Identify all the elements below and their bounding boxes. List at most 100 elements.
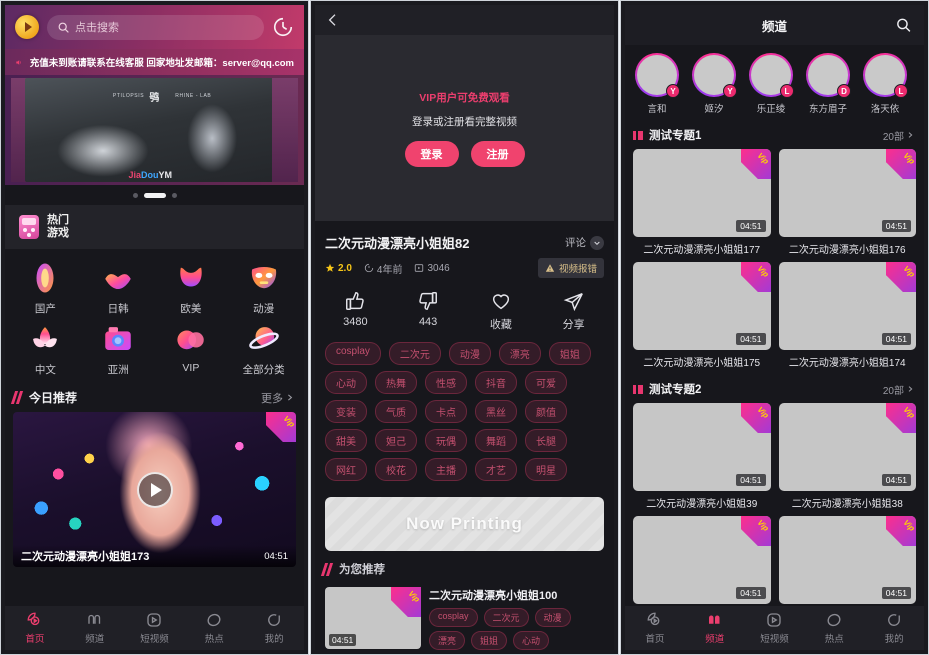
register-button[interactable]: 注册 (470, 140, 525, 167)
group-count-link[interactable]: 20部 (883, 382, 914, 397)
category-item-oumei[interactable]: 欧美 (155, 261, 228, 316)
channel-icon (88, 614, 100, 624)
avatar-item[interactable]: L 乐正绫 (747, 53, 795, 115)
video-card[interactable]: Vip 04:51 (778, 516, 916, 608)
video-card[interactable]: Vip 04:51 二次元动漫漂亮小姐姐38 (778, 403, 916, 510)
search-input[interactable]: 点击搜索 (47, 14, 264, 40)
video-thumbnail[interactable]: Vip 04:51 (633, 149, 771, 237)
tag-chip[interactable]: 黑丝 (475, 400, 517, 423)
video-thumbnail[interactable]: Vip 04:51 (778, 262, 916, 350)
tag-chip[interactable]: 舞蹈 (475, 429, 517, 452)
tag-chip[interactable]: 才艺 (475, 458, 517, 481)
tab-profile[interactable]: 我的 (864, 611, 924, 645)
category-item-all[interactable]: 全部分类 (227, 322, 300, 377)
home-carousel[interactable]: PTILOPSIS 鸮 RHINE - LAB JiaDouYM (5, 75, 304, 185)
favorite-button[interactable]: 收藏 (465, 290, 538, 332)
chevron-left-icon[interactable] (325, 12, 341, 28)
tag-chip[interactable]: 性感 (425, 371, 467, 394)
category-item-guochan[interactable]: 国产 (9, 261, 82, 316)
like-button[interactable]: 3480 (319, 290, 392, 332)
tag-chip[interactable]: 妲己 (375, 429, 417, 452)
tab-profile[interactable]: 我的 (244, 611, 304, 645)
group-count-link[interactable]: 20部 (883, 128, 914, 143)
carousel-dot[interactable] (132, 192, 138, 198)
search-icon[interactable] (895, 17, 912, 34)
tag-chip[interactable]: 长腿 (525, 429, 567, 452)
tag-chip[interactable]: 动漫 (534, 608, 571, 627)
clock-icon[interactable] (272, 16, 294, 38)
tag-chip[interactable]: 二次元 (388, 342, 441, 365)
video-thumbnail[interactable]: Vip 04:51 (633, 516, 771, 604)
login-button[interactable]: 登录 (404, 140, 459, 167)
play-icon[interactable] (136, 471, 173, 508)
recommend-item[interactable]: Vip 04:51 二次元动漫漂亮小姐姐100 cosplay 二次元 动漫 漂亮 姐姐… (315, 583, 614, 650)
category-item-yazhou[interactable]: 亚洲 (82, 322, 155, 377)
carousel-dot-active[interactable] (143, 192, 166, 198)
video-card[interactable]: Vip 04:51 二次元动漫漂亮小姐姐176 (778, 149, 916, 256)
tab-short-video[interactable]: 短视频 (125, 611, 185, 645)
avatar-item[interactable]: Y 言和 (633, 53, 681, 115)
tag-chip[interactable]: 动漫 (448, 342, 491, 365)
video-card[interactable]: Vip 04:51 二次元动漫漂亮小姐姐177 (633, 149, 771, 256)
video-thumbnail[interactable]: Vip 04:51 (778, 403, 916, 491)
tag-chip[interactable]: 姐姐 (471, 631, 508, 650)
video-card[interactable]: Vip 04:51 二次元动漫漂亮小姐姐39 (633, 403, 771, 510)
tag-chip[interactable]: 网红 (325, 458, 367, 481)
notice-bar[interactable]: 充值未到账请联系在线客服 回家地址发邮箱：server@qq.com (5, 49, 304, 75)
share-button[interactable]: 分享 (537, 290, 610, 332)
carousel-slide-next[interactable] (272, 78, 298, 182)
tab-home[interactable]: 首页 (5, 611, 65, 645)
hot-games-banner[interactable]: 热门 游戏 (5, 205, 304, 249)
app-logo-play-icon[interactable] (15, 15, 39, 39)
avatar-row[interactable]: Y 言和 Y 姬汐 L 乐正绫 D 东方眉子 L 洛天依 (625, 45, 924, 121)
tag-chip[interactable]: 二次元 (483, 608, 529, 627)
tag-chip[interactable]: 漂亮 (498, 342, 541, 365)
tab-hot[interactable]: 热点 (804, 611, 864, 645)
video-card[interactable]: Vip 04:51 二次元动漫漂亮小姐姐175 (633, 262, 771, 369)
avatar-item[interactable]: D 东方眉子 (804, 53, 852, 115)
tab-home[interactable]: 首页 (625, 611, 685, 645)
category-item-dongman[interactable]: 动漫 (227, 261, 300, 316)
comment-toggle[interactable]: 评论 (565, 235, 604, 250)
tag-chip[interactable]: 主播 (425, 458, 467, 481)
tag-chip[interactable]: cosplay (325, 342, 381, 365)
report-button[interactable]: 视频报错 (537, 258, 604, 278)
video-thumbnail[interactable]: Vip 04:51 (633, 403, 771, 491)
carousel-slide-active[interactable]: PTILOPSIS 鸮 RHINE - LAB JiaDouYM (24, 78, 285, 182)
recommend-thumbnail[interactable]: Vip 04:51 (325, 587, 421, 649)
tag-chip[interactable]: 卡点 (425, 400, 467, 423)
tag-chip[interactable]: 心动 (325, 371, 367, 394)
tag-chip[interactable]: 姐姐 (548, 342, 591, 365)
tag-chip[interactable]: 玩偶 (425, 429, 467, 452)
tag-chip[interactable]: 明星 (525, 458, 567, 481)
video-card[interactable]: Vip 04:51 二次元动漫漂亮小姐姐174 (778, 262, 916, 369)
featured-video-card[interactable]: Vip 二次元动漫漂亮小姐姐173 04:51 (13, 412, 296, 567)
video-card[interactable]: Vip 04:51 (633, 516, 771, 608)
tag-chip[interactable]: 气质 (375, 400, 417, 423)
tag-chip[interactable]: 漂亮 (429, 631, 466, 650)
avatar-item[interactable]: L 洛天依 (861, 53, 909, 115)
tag-chip[interactable]: 颜值 (525, 400, 567, 423)
dislike-button[interactable]: 443 (392, 290, 465, 332)
tag-chip[interactable]: 可爱 (525, 371, 567, 394)
tag-chip[interactable]: 心动 (513, 631, 550, 650)
avatar-item[interactable]: Y 姬汐 (690, 53, 738, 115)
tag-chip[interactable]: 变装 (325, 400, 367, 423)
video-thumbnail[interactable]: Vip 04:51 (633, 262, 771, 350)
carousel-dot[interactable] (171, 192, 177, 198)
tag-chip[interactable]: 抖音 (475, 371, 517, 394)
video-thumbnail[interactable]: Vip 04:51 (778, 149, 916, 237)
tag-chip[interactable]: cosplay (429, 608, 478, 627)
tag-chip[interactable]: 热舞 (375, 371, 417, 394)
tag-chip[interactable]: 校花 (375, 458, 417, 481)
tab-channel[interactable]: 频道 (65, 611, 125, 645)
tab-channel[interactable]: 频道 (685, 611, 745, 645)
video-thumbnail[interactable]: Vip 04:51 (778, 516, 916, 604)
tag-chip[interactable]: 甜美 (325, 429, 367, 452)
category-item-zhongwen[interactable]: 中文 (9, 322, 82, 377)
tab-hot[interactable]: 热点 (184, 611, 244, 645)
tab-short-video[interactable]: 短视频 (745, 611, 805, 645)
category-item-vip[interactable]: VIP (155, 322, 228, 377)
section-more-link[interactable]: 更多 (261, 390, 294, 406)
category-item-rihan[interactable]: 日韩 (82, 261, 155, 316)
